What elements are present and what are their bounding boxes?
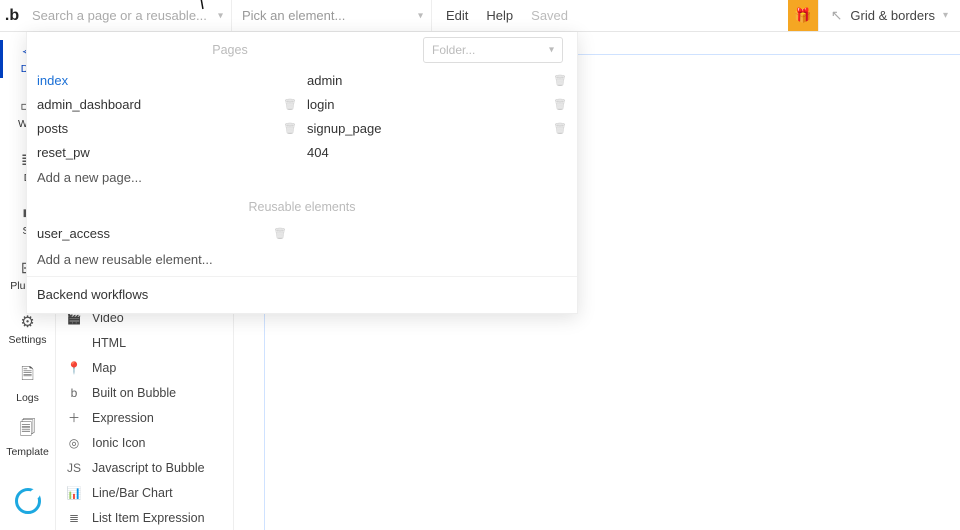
page-dropdown-panel: Pages Folder... ▾ indexadmin🗑admin_dashb… <box>26 32 578 314</box>
logs-icon: 🗎 <box>21 363 34 390</box>
sidebar-item-template[interactable]: 🗐 Template <box>0 410 56 464</box>
element-palette-item[interactable]: 📍 Map <box>56 355 233 380</box>
element-icon: ＋ <box>66 409 82 426</box>
element-label: Line/Bar Chart <box>92 486 173 500</box>
element-palette-item[interactable]: 📊 Line/Bar Chart <box>56 480 233 505</box>
assistant-button[interactable] <box>15 488 41 514</box>
pointer-icon: ↖ <box>831 7 843 24</box>
trash-icon[interactable]: 🗑 <box>283 98 297 111</box>
element-palette-item[interactable]: ◎ Ionic Icon <box>56 430 233 455</box>
template-icon: 🗐 <box>20 417 36 444</box>
chevron-down-icon: ▾ <box>943 10 948 21</box>
element-icon: 📍 <box>66 361 82 375</box>
element-label: Javascript to Bubble <box>92 461 205 475</box>
element-palette-item[interactable]: HTML <box>56 330 233 355</box>
page-label: 404 <box>307 145 567 160</box>
gift-button[interactable]: 🎁 <box>788 0 818 31</box>
page-label: admin_dashboard <box>37 97 283 112</box>
element-palette-item[interactable]: ≣ List Item Expression <box>56 505 233 530</box>
chevron-down-icon: ▾ <box>418 10 423 21</box>
sidebar-item-label: Logs <box>16 392 39 404</box>
element-label: Map <box>92 361 116 375</box>
element-palette-item[interactable]: JS Javascript to Bubble <box>56 455 233 480</box>
sidebar-item-logs[interactable]: 🗎 Logs <box>0 356 56 410</box>
element-picker-label: Pick an element... <box>242 8 345 23</box>
page-label: signup_page <box>307 121 553 136</box>
page-item[interactable]: admin_dashboard🗑 <box>37 92 297 116</box>
grid-borders-toggle[interactable]: ↖ Grid & borders ▾ <box>818 0 960 31</box>
page-item[interactable]: reset_pw <box>37 140 297 164</box>
element-label: List Item Expression <box>92 511 205 525</box>
page-item[interactable]: posts🗑 <box>37 116 297 140</box>
page-item[interactable]: admin🗑 <box>307 68 567 92</box>
add-page-button[interactable]: Add a new page... <box>27 164 577 190</box>
element-icon: ≣ <box>66 511 82 525</box>
reusable-item[interactable]: user_access 🗑 <box>27 220 577 246</box>
element-icon: JS <box>66 461 82 475</box>
sidebar-item-label: Settings <box>9 334 47 346</box>
page-label: login <box>307 97 553 112</box>
top-menu: Edit Help Saved <box>432 0 582 31</box>
element-label: HTML <box>92 336 126 350</box>
top-bar: .b ▾ I Pick an element... ▾ Edit Help Sa… <box>0 0 960 32</box>
page-item[interactable]: index <box>37 68 297 92</box>
page-item[interactable]: signup_page🗑 <box>307 116 567 140</box>
trash-icon[interactable]: 🗑 <box>273 227 287 240</box>
reusable-item-label: user_access <box>37 226 110 241</box>
element-palette-item[interactable]: ＋ Expression <box>56 405 233 430</box>
edit-menu[interactable]: Edit <box>446 8 468 23</box>
backend-workflows-link[interactable]: Backend workflows <box>27 281 577 307</box>
trash-icon[interactable]: 🗑 <box>553 74 567 87</box>
trash-icon[interactable]: 🗑 <box>553 98 567 111</box>
add-reusable-button[interactable]: Add a new reusable element... <box>27 246 577 272</box>
save-status: Saved <box>531 8 568 23</box>
chevron-down-icon: ▾ <box>549 45 554 56</box>
settings-icon: ⚙ <box>20 312 34 332</box>
trash-icon[interactable]: 🗑 <box>283 122 297 135</box>
element-picker-dropdown[interactable]: Pick an element... ▾ <box>232 0 432 31</box>
trash-icon[interactable]: 🗑 <box>553 122 567 135</box>
element-icon: 📊 <box>66 486 82 500</box>
page-label: posts <box>37 121 283 136</box>
page-label: admin <box>307 73 553 88</box>
grid-borders-label: Grid & borders <box>850 8 935 23</box>
page-label: reset_pw <box>37 145 297 160</box>
bubble-logo: .b <box>0 0 24 31</box>
folder-placeholder: Folder... <box>432 43 475 57</box>
pages-section-title: Pages <box>37 43 423 57</box>
page-item[interactable]: login🗑 <box>307 92 567 116</box>
page-item[interactable]: 404 <box>307 140 567 164</box>
gift-icon: 🎁 <box>794 7 811 24</box>
sidebar-item-label: Template <box>6 446 49 458</box>
page-label: index <box>37 73 297 88</box>
folder-filter-select[interactable]: Folder... ▾ <box>423 37 563 63</box>
reusable-section-title: Reusable elements <box>27 190 577 220</box>
page-search-dropdown[interactable]: ▾ I <box>24 0 232 31</box>
element-label: Ionic Icon <box>92 436 146 450</box>
element-icon: ◎ <box>66 436 82 450</box>
element-label: Expression <box>92 411 154 425</box>
collapse-handle[interactable]: ◂ <box>56 392 234 405</box>
help-menu[interactable]: Help <box>486 8 513 23</box>
elements-panel: ◂ 🔔Alert🎬VideoHTML📍MapbBuilt on Bubble＋E… <box>56 280 234 530</box>
